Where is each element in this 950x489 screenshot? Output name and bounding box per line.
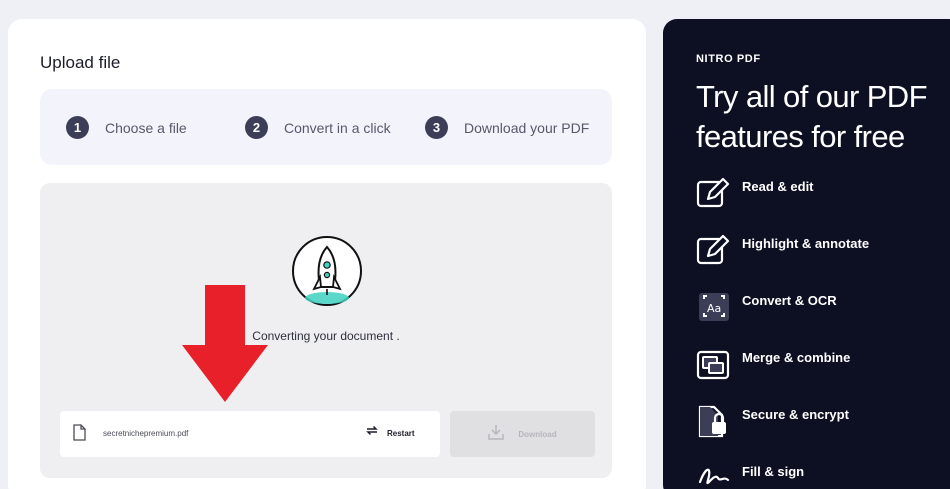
step-number: 3 (425, 116, 448, 139)
restart-label: Restart (387, 428, 415, 438)
feature-label: Fill & sign (742, 464, 805, 479)
step-number: 2 (245, 116, 268, 139)
conversion-area: Converting your document . secretnichepr… (40, 183, 612, 478)
merge-combine-icon (696, 346, 734, 382)
promo-headline: Try all of our PDF features for free (696, 79, 928, 154)
file-name: secretnichepremium.pdf (103, 429, 189, 438)
lock-secure-icon (696, 403, 734, 439)
feature-item-fill-sign: Fill & sign (696, 460, 804, 489)
file-icon (73, 424, 86, 446)
download-label: Download (518, 429, 557, 439)
feature-label: Highlight & annotate (742, 236, 870, 251)
promo-panel: NITRO PDF Try all of our PDF features fo… (663, 19, 950, 489)
feature-item-highlight-annotate: Highlight & annotate (696, 232, 869, 268)
steps-bar: 1 Choose a file 2 Convert in a click 3 D… (40, 89, 612, 165)
svg-text:Aa: Aa (707, 302, 721, 315)
feature-item-read-edit: Read & edit (696, 175, 814, 211)
feature-label: Read & edit (742, 179, 814, 194)
step-convert: 2 Convert in a click (245, 116, 391, 139)
red-arrow-annotation-icon (180, 285, 270, 408)
highlight-annotate-icon (696, 232, 734, 268)
step-label: Download your PDF (464, 119, 590, 136)
step-label: Convert in a click (284, 119, 391, 136)
download-icon (488, 424, 505, 445)
step-number: 1 (66, 116, 89, 139)
upload-title: Upload file (40, 53, 121, 72)
step-download: 3 Download your PDF (425, 116, 589, 139)
step-choose-file: 1 Choose a file (66, 116, 187, 139)
download-button[interactable]: Download (450, 411, 595, 457)
feature-label: Convert & OCR (742, 293, 837, 308)
step-label: Choose a file (105, 119, 187, 136)
restart-icon (365, 424, 379, 442)
feature-label: Secure & encrypt (742, 407, 849, 422)
feature-item-secure-encrypt: Secure & encrypt (696, 403, 849, 439)
brand-label: NITRO PDF (696, 53, 761, 65)
convert-ocr-icon: Aa (696, 289, 734, 325)
feature-item-convert-ocr: Aa Convert & OCR (696, 289, 837, 325)
converting-status: Converting your document . (252, 329, 400, 343)
rocket-icon (290, 235, 364, 313)
feature-item-merge-combine: Merge & combine (696, 346, 850, 382)
file-row: secretnichepremium.pdf Restart (60, 411, 440, 457)
feature-label: Merge & combine (742, 350, 851, 365)
upload-card: Upload file 1 Choose a file 2 Convert in… (8, 19, 646, 489)
pencil-edit-icon (696, 175, 734, 211)
restart-button[interactable]: Restart (365, 424, 415, 442)
signature-icon (696, 460, 734, 489)
